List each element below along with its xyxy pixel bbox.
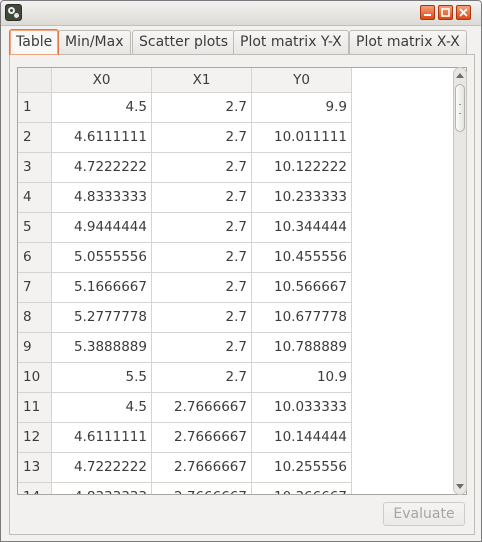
tab-plot-matrix-x-x[interactable]: Plot matrix X-X [349, 30, 467, 54]
tab-plot-matrix-y-x[interactable]: Plot matrix Y-X [233, 30, 349, 54]
row-header[interactable]: 14 [18, 483, 52, 494]
table-cell[interactable]: 10.033333 [252, 393, 352, 423]
title-bar[interactable] [1, 1, 481, 26]
tab-scatter-plots[interactable]: Scatter plots [132, 30, 236, 54]
row-header[interactable]: 5 [18, 213, 52, 243]
table-cell[interactable]: 2.7 [152, 333, 252, 363]
table-cell[interactable]: 2.7 [152, 123, 252, 153]
row-header[interactable]: 3 [18, 153, 52, 183]
table-cell[interactable]: 10.677778 [252, 303, 352, 333]
table-cell[interactable]: 10.9 [252, 363, 352, 393]
scroll-down-icon[interactable] [456, 484, 464, 489]
table-cell[interactable]: 2.7 [152, 303, 252, 333]
table-cell[interactable]: 2.7 [152, 273, 252, 303]
row-header[interactable]: 6 [18, 243, 52, 273]
tab-table[interactable]: Table [9, 29, 60, 55]
table-cell[interactable]: 4.6111111 [52, 123, 152, 153]
table-cell[interactable]: 2.7 [152, 363, 252, 393]
table-cell[interactable]: 10.455556 [252, 243, 352, 273]
table-cell[interactable]: 5.2777778 [52, 303, 152, 333]
table-cell[interactable]: 5.3888889 [52, 333, 152, 363]
row-header[interactable]: 13 [18, 453, 52, 483]
table-cell[interactable]: 9.9 [252, 93, 352, 123]
main-window: Table Min/Max Scatter plots Plot matrix … [0, 0, 482, 542]
row-header[interactable]: 8 [18, 303, 52, 333]
column-header-x0[interactable]: X0 [52, 68, 152, 93]
table-cell[interactable]: 4.8333333 [52, 183, 152, 213]
table-cell[interactable]: 10.788889 [252, 333, 352, 363]
row-header[interactable]: 1 [18, 93, 52, 123]
table-cell[interactable]: 2.7666667 [152, 393, 252, 423]
table-cell[interactable]: 10.366667 [252, 483, 352, 494]
table-cell[interactable]: 2.7 [152, 93, 252, 123]
table-cell[interactable]: 2.7666667 [152, 423, 252, 453]
table-cell[interactable]: 4.7222222 [52, 153, 152, 183]
column-header-x1[interactable]: X1 [152, 68, 252, 93]
row-header[interactable]: 4 [18, 183, 52, 213]
maximize-icon[interactable] [438, 5, 453, 20]
table-cell[interactable]: 10.144444 [252, 423, 352, 453]
row-header[interactable]: 9 [18, 333, 52, 363]
vertical-scrollbar[interactable] [453, 67, 467, 495]
table-cell[interactable]: 4.7222222 [52, 453, 152, 483]
table-corner[interactable] [18, 68, 52, 93]
table-cell[interactable]: 2.7666667 [152, 453, 252, 483]
table-cell[interactable]: 2.7 [152, 243, 252, 273]
table-cell[interactable]: 5.1666667 [52, 273, 152, 303]
scroll-up-icon[interactable] [456, 73, 464, 78]
table-cell[interactable]: 10.566667 [252, 273, 352, 303]
app-icon [5, 4, 22, 21]
table-cell[interactable]: 5.5 [52, 363, 152, 393]
row-header[interactable]: 11 [18, 393, 52, 423]
evaluate-button[interactable]: Evaluate [383, 502, 465, 526]
row-header[interactable]: 7 [18, 273, 52, 303]
data-table[interactable]: X0 X1 Y0 1 4.5 2.7 9.9 2 4.6111111 2.7 10.011111 3 4… [17, 67, 467, 495]
table-cell[interactable]: 2.7666667 [152, 483, 252, 494]
close-icon[interactable] [456, 5, 471, 20]
table-cell[interactable]: 5.0555556 [52, 243, 152, 273]
scroll-thumb[interactable] [455, 84, 465, 132]
minimize-icon[interactable] [420, 5, 435, 20]
table-cell[interactable]: 4.9444444 [52, 213, 152, 243]
row-header[interactable]: 2 [18, 123, 52, 153]
table-cell[interactable]: 2.7 [152, 153, 252, 183]
table-cell[interactable]: 10.344444 [252, 213, 352, 243]
table-cell[interactable]: 10.011111 [252, 123, 352, 153]
table-cell[interactable]: 4.5 [52, 93, 152, 123]
table-cell[interactable]: 4.5 [52, 393, 152, 423]
table-cell[interactable]: 4.6111111 [52, 423, 152, 453]
table-cell[interactable]: 2.7 [152, 183, 252, 213]
table-cell[interactable]: 10.255556 [252, 453, 352, 483]
tab-min-max[interactable]: Min/Max [58, 30, 131, 54]
table-cell[interactable]: 10.122222 [252, 153, 352, 183]
table-cell[interactable]: 4.8333333 [52, 483, 152, 494]
table-cell[interactable]: 10.233333 [252, 183, 352, 213]
column-header-y0[interactable]: Y0 [252, 68, 352, 93]
table-cell[interactable]: 2.7 [152, 213, 252, 243]
row-header[interactable]: 10 [18, 363, 52, 393]
row-header[interactable]: 12 [18, 423, 52, 453]
